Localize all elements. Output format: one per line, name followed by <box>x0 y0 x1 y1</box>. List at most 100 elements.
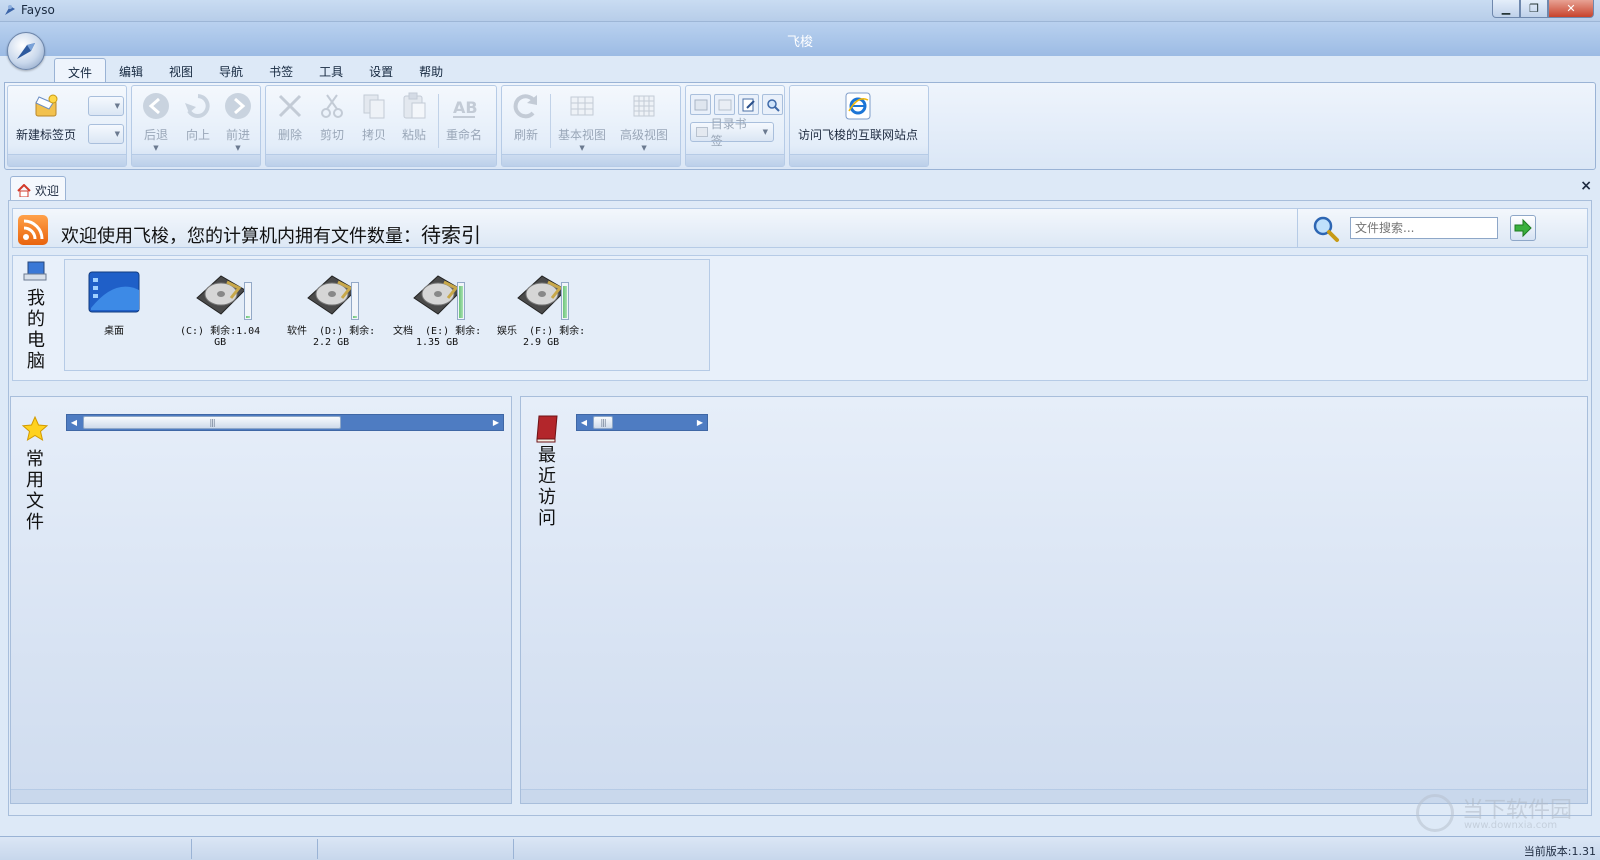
rename-label: 重命名 <box>446 128 483 142</box>
small-view-button-2[interactable] <box>714 94 735 115</box>
back-label: 后退 <box>143 128 168 142</box>
back-dropdown-icon: ▼ <box>153 144 159 152</box>
edit-note-button[interactable] <box>738 94 759 115</box>
drive-label: (C:) 剩余:1.04 GB <box>180 326 261 348</box>
search-go-button[interactable] <box>1510 215 1536 241</box>
tab-help[interactable]: 帮助 <box>406 58 456 82</box>
shuttle-icon <box>17 43 35 59</box>
minimize-button[interactable]: ▁ <box>1492 0 1520 18</box>
app-name: Fayso <box>21 3 55 17</box>
my-computer-label: 我的电脑 <box>27 288 45 372</box>
capacity-fill <box>353 316 357 318</box>
basic-view-button[interactable]: 基本视图 ▼ <box>558 90 606 152</box>
drive-label: 文档 (E:) 剩余: 1.35 GB <box>393 326 482 348</box>
star-icon <box>21 415 49 442</box>
caption-bar: 飞梭 <box>0 22 1600 56</box>
close-tab-icon[interactable]: × <box>1580 178 1592 194</box>
scroll-right-icon[interactable]: ▶ <box>489 415 503 430</box>
find-button[interactable] <box>762 94 783 115</box>
capacity-fill <box>563 286 567 318</box>
forward-button[interactable]: 前进 ▼ <box>222 90 254 152</box>
ribbon-group-edit: 删除 剪切 拷贝 粘贴 AB 重命名 <box>265 85 497 167</box>
tab-welcome[interactable]: 欢迎 <box>10 176 67 200</box>
welcome-text: 欢迎使用飞梭，您的计算机内拥有文件数量： <box>61 226 421 247</box>
scroll-right-icon[interactable]: ▶ <box>693 415 707 430</box>
tab-edit[interactable]: 编辑 <box>106 58 156 82</box>
forward-label: 前进 <box>225 128 250 142</box>
drive-label: 桌面 <box>104 326 124 337</box>
maximize-button[interactable]: ❐ <box>1520 0 1548 18</box>
new-tab-button[interactable]: 新建标签页 <box>16 90 76 143</box>
frequent-files-scrollbar[interactable]: ◀ ||| ▶ <box>66 414 504 431</box>
app-menu-orb[interactable] <box>7 32 45 70</box>
welcome-bar: 欢迎使用飞梭，您的计算机内拥有文件数量：待索引 <box>12 208 1588 248</box>
rss-icon <box>18 215 48 245</box>
ribbon-group-navigation: 后退 ▼ 向上 前进 ▼ <box>131 85 261 167</box>
internet-explorer-icon <box>845 92 871 120</box>
drive-label: 娱乐 (F:) 剩余: 2.9 GB <box>497 326 586 348</box>
bookmark-icon <box>696 127 708 137</box>
status-bar: 当前版本:1.31 <box>0 836 1600 860</box>
tab-file[interactable]: 文件 <box>54 58 107 82</box>
up-arrow-icon <box>185 94 210 118</box>
drive-item[interactable]: 软件 (D:) 剩余: 2.2 GB <box>287 268 375 348</box>
dir-bookmark-dropdown[interactable]: 目录书签 ▼ <box>690 117 774 148</box>
forward-dropdown-icon: ▼ <box>235 144 241 152</box>
drive-capacity-bar <box>457 282 465 320</box>
tab-tools[interactable]: 工具 <box>306 58 356 82</box>
basic-view-label: 基本视图 <box>558 128 607 142</box>
grid-view-icon <box>570 96 594 116</box>
drive-label: 软件 (D:) 剩余: 2.2 GB <box>287 326 376 348</box>
visit-site-button[interactable]: 访问飞梭的互联网站点 <box>798 90 918 143</box>
welcome-message: 欢迎使用飞梭，您的计算机内拥有文件数量：待索引 <box>61 219 481 248</box>
watermark: 当下软件园 www.downxia.com <box>1416 790 1592 836</box>
scroll-left-icon[interactable]: ◀ <box>67 415 81 430</box>
forward-arrow-icon <box>225 93 251 119</box>
search-area <box>1297 209 1589 247</box>
scroll-thumb[interactable]: ||| <box>593 416 613 429</box>
version-label: 当前版本:1.31 <box>1523 845 1596 858</box>
rename-button[interactable]: AB 重命名 <box>446 90 482 143</box>
file-search-input[interactable] <box>1350 217 1498 239</box>
small-view-button-1[interactable] <box>690 94 711 115</box>
tab-settings[interactable]: 设置 <box>356 58 406 82</box>
my-computer-panel: 我的电脑 桌面 (C:) 剩余:1.04 GB 软件 (D:) 剩余: 2.2 GB… <box>12 255 1588 381</box>
scroll-thumb[interactable]: ||| <box>83 416 341 429</box>
window-title: 飞梭 <box>786 35 813 50</box>
recent-files-scrollbar[interactable]: ◀ ||| ▶ <box>576 414 708 431</box>
tab-navigate[interactable]: 导航 <box>206 58 256 82</box>
paste-button[interactable]: 粘贴 <box>398 90 430 143</box>
cut-button[interactable]: 剪切 <box>316 90 348 143</box>
tab-option-dropdown-2[interactable]: ▼ <box>88 124 124 144</box>
refresh-button[interactable]: 刷新 <box>510 90 542 143</box>
drive-capacity-bar <box>351 282 359 320</box>
capacity-fill <box>246 316 250 318</box>
magnifier-icon <box>766 98 780 112</box>
ribbon-group-view: 刷新 基本视图 ▼ 高级视图 ▼ <box>501 85 681 167</box>
tab-view[interactable]: 视图 <box>156 58 206 82</box>
back-button[interactable]: 后退 ▼ <box>140 90 172 152</box>
drive-item[interactable]: 文档 (E:) 剩余: 1.35 GB <box>393 268 481 348</box>
delete-button[interactable]: 删除 <box>274 90 306 143</box>
advanced-view-button[interactable]: 高级视图 ▼ <box>620 90 668 152</box>
drive-item[interactable]: 娱乐 (F:) 剩余: 2.9 GB <box>497 268 585 348</box>
home-icon <box>17 184 31 197</box>
copy-icon <box>363 94 385 119</box>
close-button[interactable]: ✕ <box>1548 0 1594 18</box>
edit-note-icon <box>742 98 755 111</box>
scroll-left-icon[interactable]: ◀ <box>577 415 591 430</box>
index-status: 待索引 <box>421 223 481 247</box>
book-icon <box>536 415 558 443</box>
hard-drive-icon <box>196 275 246 315</box>
menu-tabs: 文件 编辑 视图 导航 书签 工具 设置 帮助 <box>54 58 456 82</box>
copy-button[interactable]: 拷贝 <box>358 90 390 143</box>
new-tab-icon <box>35 94 58 117</box>
tab-bookmarks[interactable]: 书签 <box>256 58 306 82</box>
tab-option-dropdown-1[interactable]: ▼ <box>88 96 124 116</box>
frequent-files-label: 常用文件 <box>26 449 44 533</box>
desktop-item[interactable]: 桌面 <box>85 268 143 337</box>
cut-label: 剪切 <box>319 128 344 142</box>
rename-icon: AB <box>453 98 478 118</box>
document-tabs: 欢迎 × <box>0 174 1600 200</box>
up-button[interactable]: 向上 <box>182 90 214 143</box>
